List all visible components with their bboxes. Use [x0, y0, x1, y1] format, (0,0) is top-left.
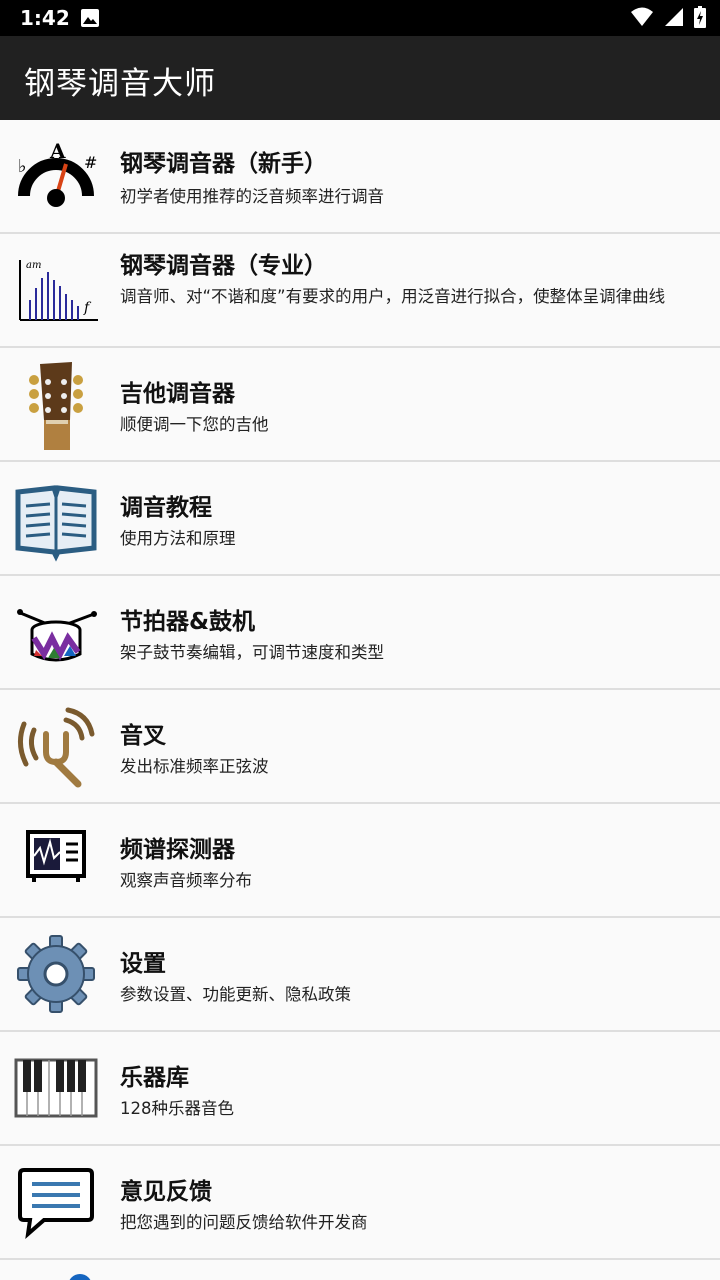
menu-item-guitar-tuner[interactable]: 吉他调音器 顺便调一下您的吉他: [0, 348, 720, 462]
menu-item-desc: 初学者使用推荐的泛音频率进行调音: [120, 187, 384, 206]
svg-text:f: f: [83, 300, 92, 316]
menu-item-settings[interactable]: 设置 参数设置、功能更新、隐私政策: [0, 918, 720, 1032]
menu-item-title: 钢琴调音器（专业）: [120, 253, 327, 279]
image-notification-icon: [80, 8, 100, 32]
menu-item-desc: 使用方法和原理: [120, 529, 236, 548]
menu-item-desc: 调音师、对“不谐和度”有要求的用户，用泛音进行拟合，使整体呈调律曲线: [120, 287, 666, 306]
book-icon: [14, 478, 98, 562]
menu-item-desc: 顺便调一下您的吉他: [120, 415, 269, 434]
spectrum-bars-icon: am f: [14, 250, 98, 334]
status-time: 1:42: [20, 6, 70, 30]
menu-item-title: 音叉: [120, 723, 166, 749]
spectrum-monitor-icon: [14, 818, 98, 902]
menu-item-desc: 128种乐器音色: [120, 1099, 234, 1118]
menu-item-tutorial[interactable]: 调音教程 使用方法和原理: [0, 462, 720, 576]
menu-item-tuning-fork[interactable]: 音叉 发出标准频率正弦波: [0, 690, 720, 804]
app-bar: 钢琴调音大师: [0, 36, 720, 120]
menu-list: A ♭ # 钢琴调音器（新手） 初学者使用推荐的泛音频率进行调音 am f 钢琴…: [0, 120, 720, 1260]
menu-item-desc: 观察声音频率分布: [120, 871, 252, 890]
menu-item-title: 频谱探测器: [120, 837, 235, 863]
menu-item-title: 设置: [120, 951, 166, 977]
menu-item-title: 意见反馈: [120, 1179, 212, 1205]
cell-signal-icon: [664, 7, 684, 31]
menu-item-feedback[interactable]: 意见反馈 把您遇到的问题反馈给软件开发商: [0, 1146, 720, 1260]
menu-item-desc: 参数设置、功能更新、隐私政策: [120, 985, 351, 1004]
menu-item-metronome[interactable]: 节拍器&鼓机 架子鼓节奏编辑，可调节速度和类型: [0, 576, 720, 690]
svg-text:am: am: [26, 260, 41, 271]
status-bar: 1:42: [0, 0, 720, 36]
guitar-head-icon: [14, 362, 98, 450]
menu-item-spectrum-detector[interactable]: 频谱探测器 观察声音频率分布: [0, 804, 720, 918]
menu-item-title: 吉他调音器: [120, 381, 235, 407]
gear-icon: [14, 932, 98, 1016]
menu-item-instrument-library[interactable]: 乐器库 128种乐器音色: [0, 1032, 720, 1146]
wifi-icon: [630, 6, 654, 32]
tuning-fork-icon: [14, 704, 98, 788]
menu-item-title: 节拍器&鼓机: [120, 609, 256, 635]
menu-item-desc: 把您遇到的问题反馈给软件开发商: [120, 1213, 368, 1232]
menu-item-title: 乐器库: [120, 1065, 189, 1091]
menu-item-desc: 发出标准频率正弦波: [120, 757, 269, 776]
partial-item-icon: [69, 1274, 91, 1280]
menu-item-desc: 架子鼓节奏编辑，可调节速度和类型: [120, 643, 384, 662]
app-title: 钢琴调音大师: [24, 66, 216, 102]
menu-item-piano-tuner-pro[interactable]: am f 钢琴调音器（专业） 调音师、对“不谐和度”有要求的用户，用泛音进行拟合…: [0, 234, 720, 348]
next-menu-item-partial[interactable]: [0, 1260, 720, 1280]
drum-icon: [14, 590, 98, 674]
svg-text:#: #: [84, 153, 97, 172]
menu-item-piano-tuner-beginner[interactable]: A ♭ # 钢琴调音器（新手） 初学者使用推荐的泛音频率进行调音: [0, 120, 720, 234]
tuner-gauge-icon: A ♭ #: [14, 134, 98, 218]
battery-icon: [694, 6, 706, 32]
menu-item-title: 调音教程: [120, 495, 212, 521]
feedback-icon: [14, 1160, 98, 1244]
menu-item-title: 钢琴调音器（新手）: [120, 151, 327, 177]
piano-keys-icon: [14, 1046, 98, 1130]
